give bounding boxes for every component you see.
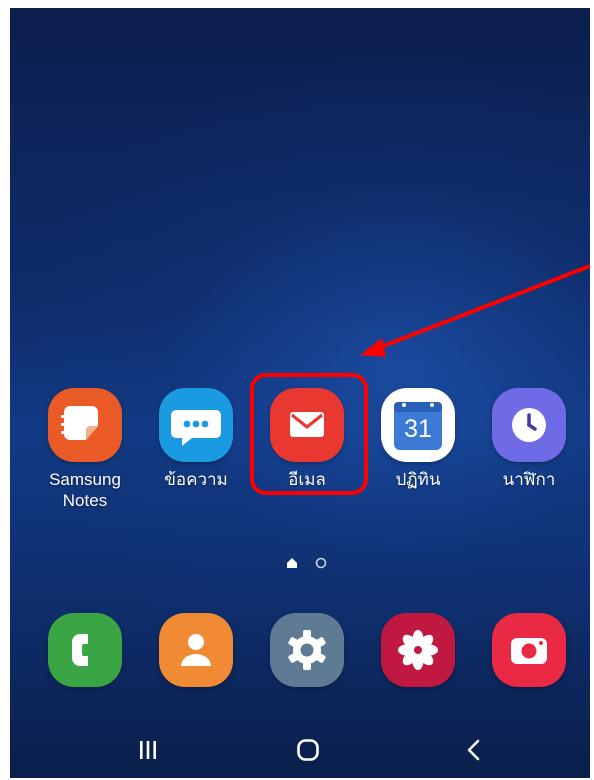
home-screen: Samsung Notes ข้อความ อีเมล 31 ปฏิทิน นา… (10, 8, 590, 778)
contacts-icon (159, 613, 233, 687)
dock-settings[interactable] (252, 613, 362, 687)
dock-camera[interactable] (474, 613, 584, 687)
dock-phone[interactable] (30, 613, 140, 687)
app-clock[interactable]: นาฬิกา (474, 388, 584, 490)
recent-apps-icon (140, 741, 156, 759)
home-page-dot-icon (287, 558, 297, 568)
recent-apps-button[interactable] (128, 735, 168, 765)
navigation-bar (10, 723, 590, 778)
clock-icon (492, 388, 566, 462)
phone-icon (48, 613, 122, 687)
back-icon (467, 739, 480, 761)
home-button[interactable] (288, 735, 328, 765)
app-calendar[interactable]: 31 ปฏิทิน (363, 388, 473, 490)
annotation-highlight-box (250, 373, 368, 495)
app-label: ข้อความ (164, 470, 228, 489)
camera-icon (492, 613, 566, 687)
app-label: ปฏิทิน (395, 470, 441, 489)
app-messages[interactable]: ข้อความ (141, 388, 251, 490)
flower-icon (381, 613, 455, 687)
back-button[interactable] (454, 735, 494, 765)
dock-contacts[interactable] (141, 613, 251, 687)
gear-icon (270, 613, 344, 687)
dock-gallery[interactable] (363, 613, 473, 687)
calendar-date: 31 (404, 415, 432, 443)
app-label: นาฬิกา (502, 470, 556, 489)
page-indicator (287, 557, 327, 569)
chat-bubble-icon (159, 388, 233, 462)
calendar-icon: 31 (381, 388, 455, 462)
page-dot-icon (315, 557, 327, 569)
samsung-notes-icon (48, 388, 122, 462)
home-icon (297, 739, 319, 761)
app-label: Samsung Notes (49, 470, 121, 510)
app-samsung-notes[interactable]: Samsung Notes (30, 388, 140, 511)
